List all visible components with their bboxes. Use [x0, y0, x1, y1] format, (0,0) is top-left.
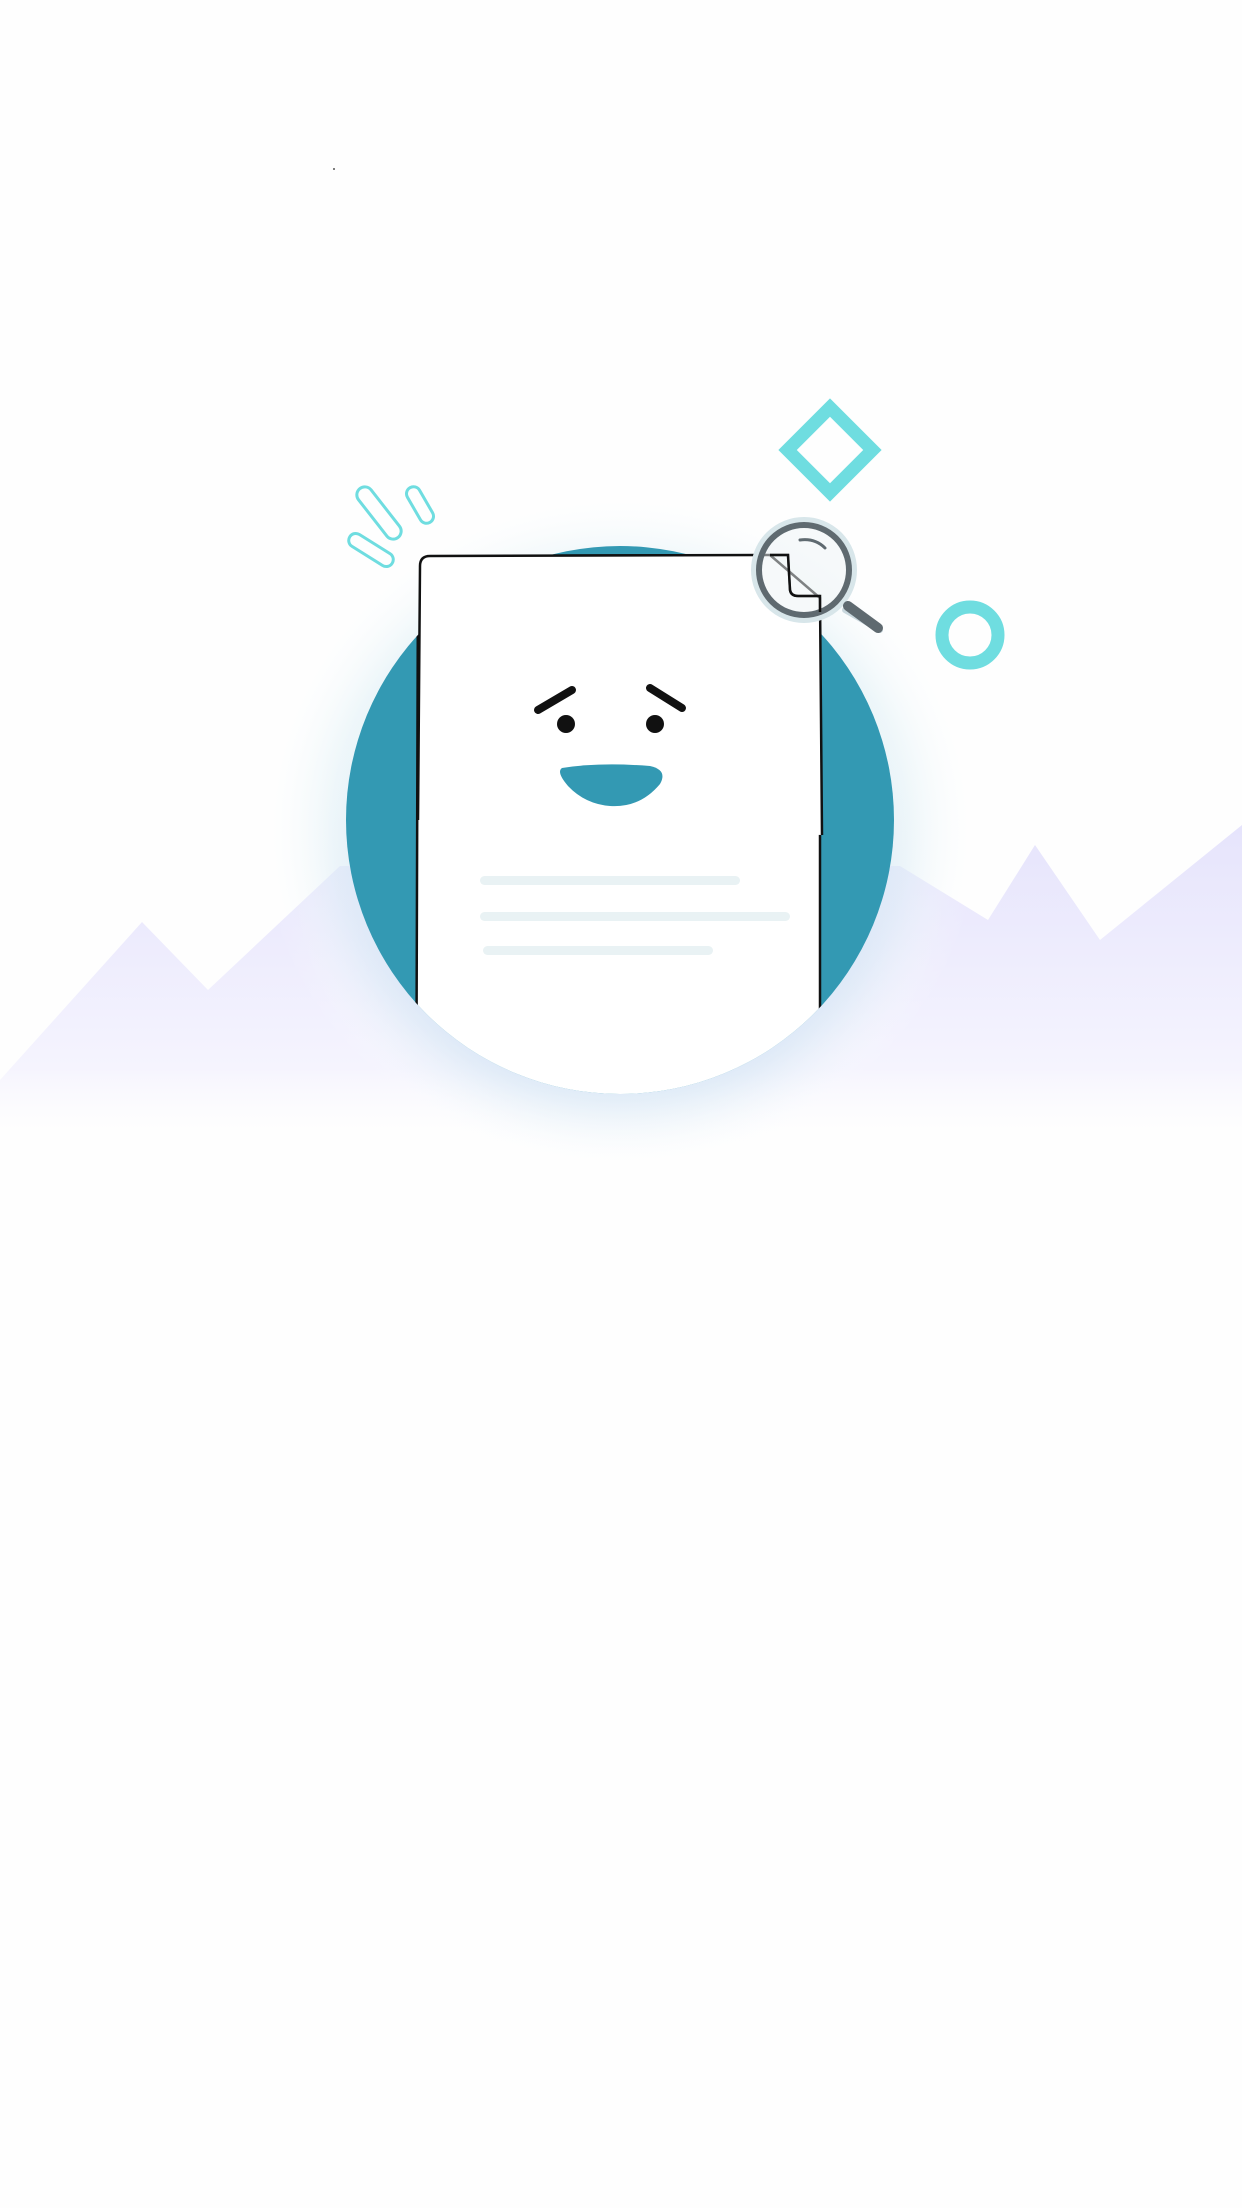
diamond-icon: [778, 398, 882, 502]
ring-icon: [935, 600, 1005, 670]
empty-state-illustration: [0, 0, 1242, 1200]
empty-state-screen: [0, 0, 1242, 2208]
